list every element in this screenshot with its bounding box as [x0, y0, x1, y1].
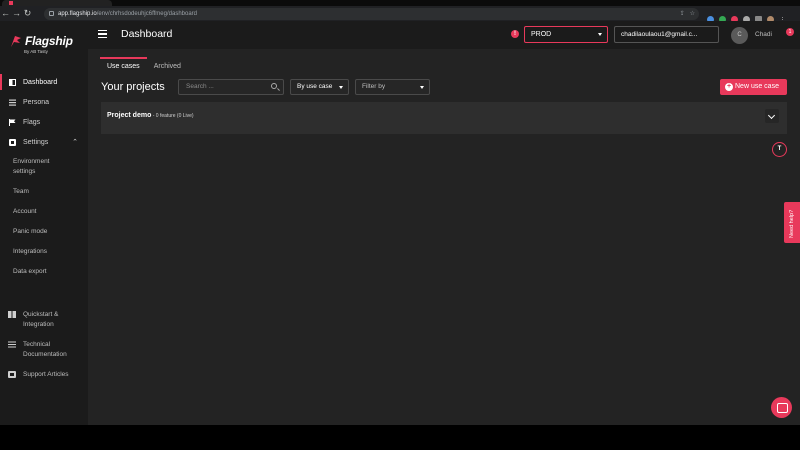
sidebar-subitem-integrations[interactable]: Integrations [0, 242, 88, 262]
notification-badge[interactable]: 1 [786, 28, 794, 36]
page-title: Dashboard [121, 28, 173, 40]
user-name[interactable]: Chadi [755, 31, 772, 38]
group-by-select[interactable]: By use case [290, 79, 349, 95]
sidebar-subitem-account[interactable]: Account [0, 202, 88, 222]
account-select[interactable]: chadilaoulaou1@gmail.c... [614, 26, 719, 43]
environment-select[interactable]: PROD [524, 26, 608, 43]
group-by-value: By use case [297, 83, 333, 90]
back-icon[interactable]: ← [0, 7, 11, 20]
settings-icon [9, 138, 16, 146]
reload-icon[interactable]: ↻ [22, 7, 33, 20]
filter-select[interactable]: Filter by [355, 79, 430, 95]
search-input[interactable]: Search ... [178, 79, 284, 95]
sidebar-item-label: Flags [23, 118, 41, 126]
sidebar-item-dashboard[interactable]: Dashboard [0, 72, 88, 92]
brand-name: Flagship [25, 34, 73, 48]
tabs: Use cases Archived [100, 57, 188, 74]
caret-down-icon [598, 33, 602, 36]
project-meta: - 0 feature (0 Live) [151, 113, 194, 119]
subitem-label: Panic mode [13, 228, 48, 235]
sidebar-subitem-panic-mode[interactable]: Panic mode [0, 222, 88, 242]
search-placeholder: Search ... [186, 83, 214, 90]
tab-use-cases[interactable]: Use cases [100, 57, 147, 74]
top-header: Dashboard ! PROD chadilaoulaou1@gmail.c.… [88, 21, 800, 49]
flag-icon [9, 118, 16, 126]
sidebar-item-technical-docs[interactable]: Technical Documentation [0, 340, 88, 370]
screen: ← → ↻ app.flagship.io/env/chrhsdodeuhjc6… [0, 0, 800, 450]
section-heading: Your projects [101, 81, 165, 93]
sidebar-item-label: Settings [23, 138, 49, 146]
need-help-label: Need help? [789, 209, 795, 238]
list-icon [9, 99, 16, 106]
dashboard-icon [9, 78, 16, 86]
project-title: Project demo - 0 feature (0 Live) [107, 112, 194, 119]
sidebar: Flagship By AB Tasty Dashboard Persona F… [0, 21, 88, 425]
subitem-label: Environment settings [13, 158, 50, 175]
flagship-logo-icon [11, 36, 21, 47]
subitem-label: Integrations [13, 248, 47, 255]
favicon-icon [9, 1, 13, 5]
bottom-bar [0, 425, 800, 450]
need-help-tab[interactable]: Need help? [784, 202, 800, 243]
lock-icon [49, 11, 54, 16]
brand-sub: By AB Tasty [24, 49, 48, 54]
sidebar-item-support[interactable]: Support Articles [0, 370, 88, 390]
project-row[interactable]: Project demo - 0 feature (0 Live) [101, 102, 787, 134]
sidebar-item-settings[interactable]: Settings ⌃ [0, 132, 88, 152]
share-icon[interactable]: ⇪ [680, 10, 685, 17]
search-icon [271, 83, 277, 89]
chevron-up-icon[interactable]: ⌃ [72, 138, 78, 146]
sidebar-subitem-environment-settings[interactable]: Environment settings [0, 152, 88, 182]
sidebar-subitem-data-export[interactable]: Data export [0, 262, 88, 282]
main-menu: Dashboard Persona Flags Settings ⌃ Envir… [0, 72, 88, 282]
sidebar-item-label: Technical Documentation [23, 341, 67, 358]
bookmark-star-icon[interactable]: ☆ [690, 10, 695, 17]
subitem-label: Data export [13, 268, 47, 275]
sidebar-item-label: Support Articles [23, 371, 69, 378]
project-name: Project demo [107, 112, 152, 119]
caret-down-icon [420, 86, 424, 89]
url-host: app.flagship.io [58, 10, 97, 17]
new-use-case-label: New use case [735, 83, 779, 90]
main-content: Use cases Archived Your projects Search … [88, 49, 800, 425]
tab-archived[interactable]: Archived [147, 57, 188, 74]
chat-icon[interactable] [771, 397, 792, 418]
sidebar-item-persona[interactable]: Persona [0, 92, 88, 112]
new-use-case-button[interactable]: + New use case [720, 79, 787, 95]
chevron-down-icon[interactable] [765, 109, 779, 123]
subitem-label: Team [13, 188, 29, 195]
filter-value: Filter by [362, 83, 386, 90]
doc-list-icon [8, 341, 16, 348]
browser-toolbar: ← → ↻ app.flagship.io/env/chrhsdodeuhjc6… [0, 6, 800, 24]
sidebar-item-flags[interactable]: Flags [0, 112, 88, 132]
sidebar-subitem-team[interactable]: Team [0, 182, 88, 202]
support-icon [8, 371, 16, 378]
caret-down-icon [339, 86, 343, 89]
alert-icon[interactable]: ! [511, 30, 519, 38]
address-bar[interactable]: app.flagship.io/env/chrhsdodeuhjc6ffmeg/… [44, 7, 699, 20]
sidebar-item-label: Dashboard [23, 78, 58, 86]
avatar[interactable]: C [731, 27, 748, 44]
sidebar-item-label: Quickstart & Integration [23, 311, 59, 328]
sidebar-item-label: Persona [23, 98, 50, 106]
sidebar-bottom-menu: Quickstart & Integration Technical Docum… [0, 310, 88, 390]
plus-icon: + [725, 83, 733, 91]
hamburger-menu-icon[interactable] [98, 30, 107, 38]
url-path: /env/chrhsdodeuhjc6ffmeg/dashboard [96, 10, 197, 17]
sidebar-item-quickstart[interactable]: Quickstart & Integration [0, 310, 88, 340]
environment-value: PROD [531, 31, 552, 38]
t-badge-button[interactable]: T [772, 142, 787, 157]
subitem-label: Account [13, 208, 37, 215]
book-icon [8, 311, 16, 318]
forward-icon[interactable]: → [11, 7, 22, 20]
